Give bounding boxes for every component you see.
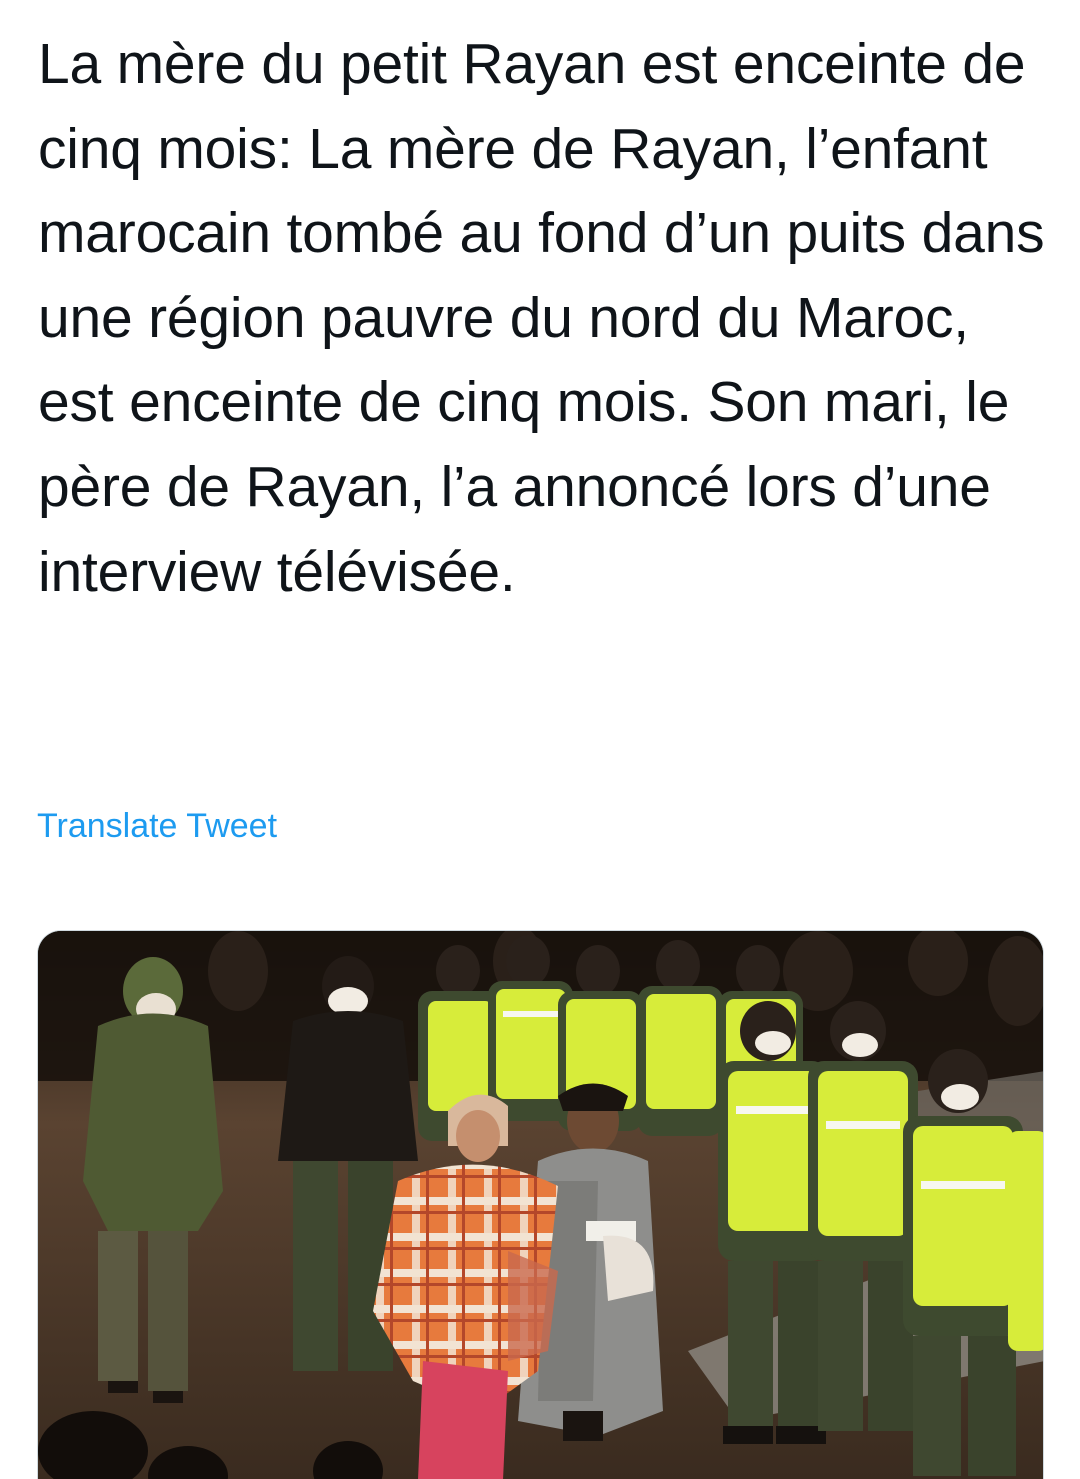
tweet-text: La mère du petit Rayan est enceinte de c… <box>38 32 1045 604</box>
translate-tweet-link[interactable]: Translate Tweet <box>37 806 277 846</box>
photo-scene <box>38 931 1043 1479</box>
tweet-media-photo[interactable] <box>37 930 1044 1479</box>
